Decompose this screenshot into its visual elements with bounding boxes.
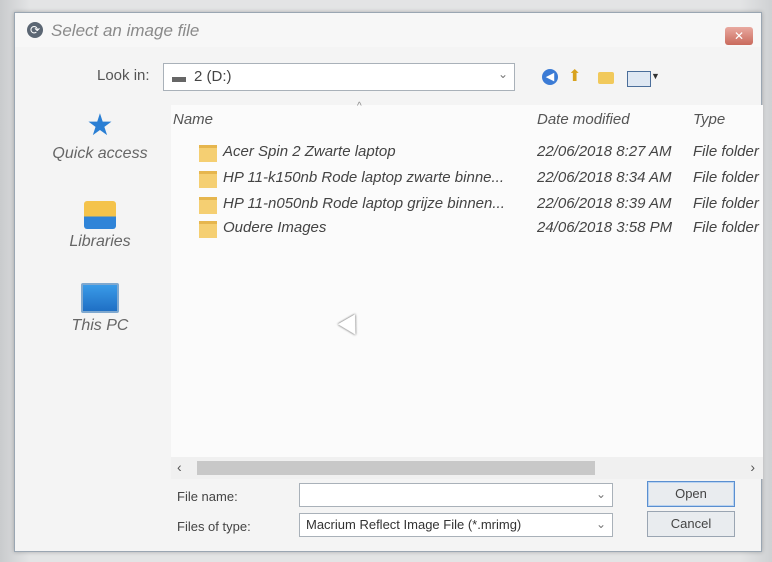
scroll-left-icon[interactable]: ‹ xyxy=(177,459,182,475)
item-date: 24/06/2018 3:58 PM xyxy=(537,219,673,236)
look-in-value: 2 (D:) xyxy=(194,68,232,85)
place-label: This PC xyxy=(71,317,129,334)
close-button[interactable]: ✕ xyxy=(725,27,753,45)
file-type-select[interactable]: Macrium Reflect Image File (*.mrimg) ⌄ xyxy=(299,513,613,537)
item-type: File folder xyxy=(693,143,759,160)
drive-icon xyxy=(172,77,186,82)
pc-icon xyxy=(81,283,119,313)
chevron-down-icon[interactable]: ⌄ xyxy=(596,487,606,501)
back-icon[interactable]: ◀ xyxy=(542,69,558,85)
item-date: 22/06/2018 8:39 AM xyxy=(537,195,672,212)
chevron-down-icon[interactable]: ⌄ xyxy=(596,517,606,531)
window-title: Select an image file xyxy=(51,21,200,40)
column-header-type[interactable]: Type xyxy=(693,111,725,128)
list-item[interactable]: HP 11-k150nb Rode laptop zwarte binne...… xyxy=(171,167,763,189)
item-name: Acer Spin 2 Zwarte laptop xyxy=(223,143,396,160)
app-icon: ⟳ xyxy=(27,22,43,38)
new-folder-icon[interactable] xyxy=(598,72,614,84)
list-item[interactable]: Oudere Images 24/06/2018 3:58 PM File fo… xyxy=(171,217,763,239)
column-header-name[interactable]: Name xyxy=(173,111,213,128)
up-folder-icon[interactable]: ⬆ xyxy=(568,69,584,85)
file-dialog: ⟳ Select an image file ✕ Look in: 2 (D:)… xyxy=(14,12,763,552)
folder-icon xyxy=(199,197,217,214)
look-in-label: Look in: xyxy=(97,67,150,84)
star-icon: ★ xyxy=(86,109,114,142)
item-name: Oudere Images xyxy=(223,219,327,236)
horizontal-scrollbar[interactable]: ‹ › xyxy=(171,457,763,479)
file-list[interactable]: Name ^ Date modified Type Acer Spin 2 Zw… xyxy=(171,101,763,457)
place-libraries[interactable]: Libraries xyxy=(35,201,165,251)
view-menu-icon[interactable] xyxy=(627,71,651,87)
chevron-down-icon[interactable]: ⌄ xyxy=(498,67,508,81)
open-button[interactable]: Open xyxy=(647,481,735,507)
file-name-input[interactable]: ⌄ xyxy=(299,483,613,507)
column-name-label: Name xyxy=(173,111,214,128)
file-type-value: Macrium Reflect Image File (*.mrimg) xyxy=(306,517,522,532)
places-sidebar: ★ Quick access Libraries This PC xyxy=(35,105,165,455)
item-name: HP 11-n050nb Rode laptop grijze binnen..… xyxy=(223,195,505,212)
column-header-date[interactable]: Date modified xyxy=(537,111,630,128)
item-date: 22/06/2018 8:34 AM xyxy=(537,169,672,186)
file-type-label: Files of type: xyxy=(177,519,251,534)
folder-icon xyxy=(199,221,217,238)
look-in-dropdown[interactable]: 2 (D:) ⌄ xyxy=(163,63,515,91)
scroll-right-icon[interactable]: › xyxy=(750,459,755,475)
item-name: HP 11-k150nb Rode laptop zwarte binne... xyxy=(223,169,505,186)
list-item[interactable]: HP 11-n050nb Rode laptop grijze binnen..… xyxy=(171,193,763,215)
title-bar: ⟳ Select an image file ✕ xyxy=(15,13,761,47)
item-type: File folder xyxy=(693,169,759,186)
cancel-button[interactable]: Cancel xyxy=(647,511,735,537)
list-item[interactable]: Acer Spin 2 Zwarte laptop 22/06/2018 8:2… xyxy=(171,141,763,163)
place-label: Libraries xyxy=(69,233,131,250)
item-type: File folder xyxy=(693,195,759,212)
libraries-icon xyxy=(84,201,116,229)
file-name-label: File name: xyxy=(177,489,238,504)
place-this-pc[interactable]: This PC xyxy=(35,283,165,335)
item-type: File folder xyxy=(693,219,759,236)
place-label: Quick access xyxy=(52,145,148,162)
place-quick-access[interactable]: ★ Quick access xyxy=(35,111,165,163)
item-date: 22/06/2018 8:27 AM xyxy=(537,143,672,160)
view-menu-chevron-icon[interactable]: ▼ xyxy=(651,71,660,81)
sort-caret-icon: ^ xyxy=(357,101,362,112)
scrollbar-thumb[interactable] xyxy=(197,461,595,475)
folder-icon xyxy=(199,145,217,162)
folder-icon xyxy=(199,171,217,188)
